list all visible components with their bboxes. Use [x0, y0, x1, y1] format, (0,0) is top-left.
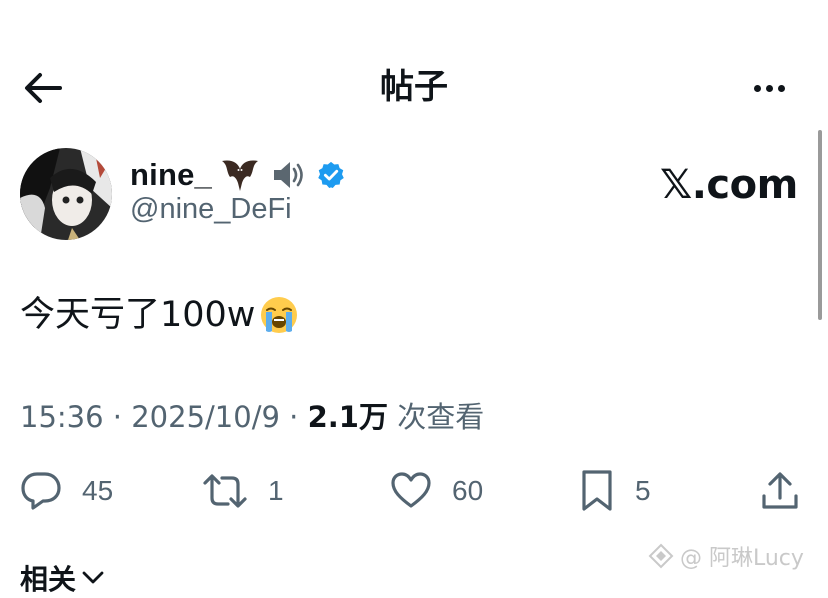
like-button[interactable]: 60 — [390, 466, 483, 516]
more-horizontal-icon — [753, 84, 761, 92]
source-logo: 𝕏.com — [660, 162, 798, 208]
heart-icon — [391, 472, 431, 508]
meta-separator: · — [112, 400, 123, 434]
post-time[interactable]: 15:36 — [20, 400, 104, 434]
more-dot — [777, 84, 785, 92]
diamond-logo-icon — [648, 543, 674, 569]
avatar[interactable] — [20, 148, 112, 240]
reply-count: 45 — [82, 475, 114, 506]
scrollbar[interactable] — [818, 130, 822, 320]
bookmark-button[interactable]: 5 — [579, 466, 651, 516]
post-date[interactable]: 2025/10/9 — [131, 400, 280, 434]
author-handle[interactable]: @nine_DeFi — [130, 193, 292, 226]
related-section-toggle[interactable]: 相关 — [20, 558, 106, 598]
views-count: 2.1万 — [307, 400, 388, 434]
chevron-down-icon — [82, 571, 104, 584]
watermark-text: @ 阿琳Lucy — [680, 546, 804, 571]
retweet-button[interactable]: 1 — [202, 466, 284, 516]
retweet-count: 1 — [268, 475, 284, 506]
share-icon — [762, 472, 798, 509]
page-title: 帖子 — [380, 67, 448, 107]
verified-badge-icon — [318, 161, 344, 188]
related-label: 相关 — [20, 563, 77, 596]
meta-separator: · — [289, 400, 299, 434]
speaker-emoji — [273, 162, 303, 188]
watermark: @ 阿琳Lucy — [648, 540, 804, 572]
share-button[interactable] — [760, 466, 800, 516]
views-label: 次查看 — [397, 400, 485, 434]
loudly-crying-face-emoji — [261, 297, 298, 333]
retweet-icon — [203, 474, 247, 508]
more-dot — [765, 84, 773, 92]
like-count: 60 — [452, 475, 484, 506]
display-name[interactable]: nine_ — [130, 157, 212, 193]
bookmark-count: 5 — [635, 475, 651, 506]
reply-icon — [21, 472, 61, 510]
post-meta: 15:36 · 2025/10/9 · 2.1万 次查看 — [20, 396, 484, 438]
post-text: 今天亏了100w — [20, 290, 299, 340]
bat-emoji — [221, 160, 258, 191]
reply-button[interactable]: 45 — [20, 466, 113, 516]
author-name-row[interactable]: nine_ — [130, 154, 346, 196]
more-options-button[interactable] — [744, 66, 794, 110]
bookmark-icon — [582, 470, 612, 511]
avatar-image — [20, 148, 112, 240]
post-text-content: 今天亏了100w — [20, 295, 256, 335]
